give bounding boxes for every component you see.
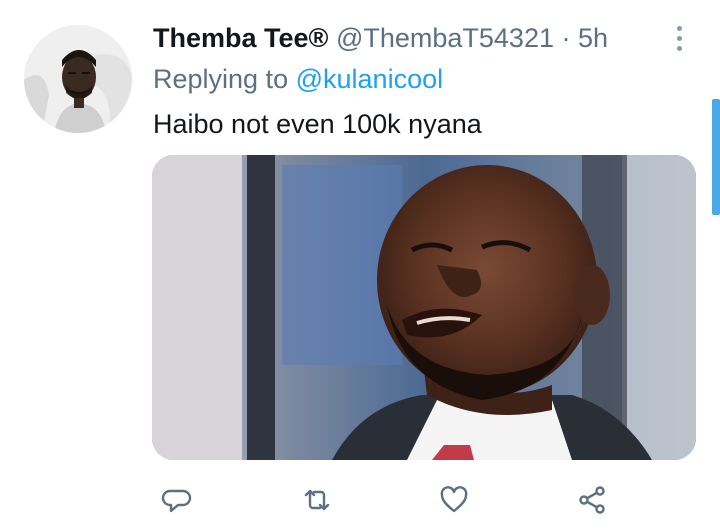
display-name[interactable]: Themba Tee® — [153, 23, 328, 53]
heart-icon — [440, 486, 468, 513]
avatar-image — [24, 25, 132, 133]
tweet[interactable]: Themba Tee® @ThembaT54321 · 5h Replying … — [0, 0, 720, 531]
like-button[interactable] — [432, 478, 476, 522]
tweet-header: Themba Tee® @ThembaT54321 · 5h — [153, 22, 608, 54]
reply-icon — [161, 489, 192, 513]
reply-button[interactable] — [155, 478, 199, 522]
avatar[interactable] — [24, 25, 132, 133]
replying-to-label: Replying to — [153, 64, 289, 94]
share-button[interactable] — [570, 478, 614, 522]
separator-dot: · — [561, 23, 571, 53]
tweet-media[interactable] — [152, 155, 696, 460]
share-icon — [579, 486, 605, 514]
user-handle[interactable]: @ThembaT54321 — [336, 23, 554, 53]
tweet-text: Haibo not even 100k nyana — [153, 109, 482, 139]
more-options-icon[interactable] — [672, 24, 688, 54]
scrollbar[interactable] — [712, 99, 720, 215]
media-image — [152, 155, 696, 460]
retweet-icon — [304, 489, 330, 511]
tweet-actions — [0, 478, 720, 522]
retweet-button[interactable] — [295, 478, 339, 522]
replying-to-mention[interactable]: @kulanicool — [296, 64, 444, 94]
timestamp[interactable]: 5h — [578, 23, 608, 53]
replying-to: Replying to @kulanicool — [153, 63, 443, 95]
